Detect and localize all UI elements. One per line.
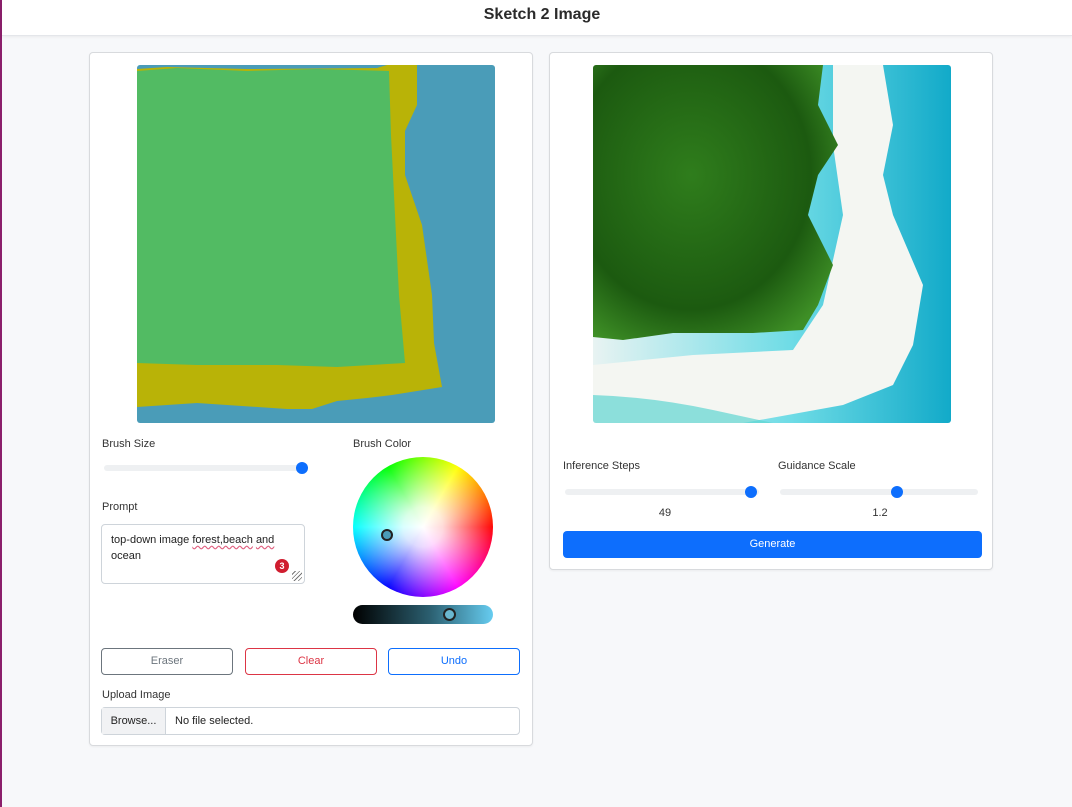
resize-handle-icon[interactable] <box>292 571 302 581</box>
brush-size-slider[interactable] <box>104 462 308 474</box>
brush-size-label: Brush Size <box>102 438 156 450</box>
undo-button[interactable]: Undo <box>388 648 520 675</box>
generated-image <box>593 65 951 423</box>
prompt-label: Prompt <box>102 501 138 513</box>
guidance-scale-label: Guidance Scale <box>778 460 856 472</box>
file-input[interactable]: Browse... No file selected. <box>101 707 520 735</box>
brush-size-thumb[interactable] <box>296 462 308 474</box>
color-wheel[interactable] <box>353 457 493 597</box>
color-wheel-marker[interactable] <box>381 529 393 541</box>
generate-button[interactable]: Generate <box>563 531 982 558</box>
guidance-scale-slider[interactable] <box>780 486 978 498</box>
upload-label: Upload Image <box>102 689 171 701</box>
forest-area <box>137 68 405 367</box>
top-bar: Sketch 2 Image <box>2 0 1072 36</box>
prompt-misspelled-word: and <box>255 534 275 546</box>
guidance-scale-thumb[interactable] <box>890 486 903 498</box>
brightness-marker[interactable] <box>443 608 456 621</box>
prompt-textarea[interactable]: top-down image forest,beach and ocean 3 <box>101 524 305 584</box>
prompt-misspelled-word: forest,beach <box>192 534 253 546</box>
sketch-panel: Brush Size Brush Color Prompt top-down i… <box>89 52 533 746</box>
prompt-text-start: top-down image <box>111 534 193 546</box>
page-title: Sketch 2 Image <box>483 6 601 23</box>
brightness-slider[interactable] <box>353 605 493 624</box>
output-panel: Inference Steps 49 Guidance Scale 1.2 Ge… <box>549 52 993 570</box>
clear-button[interactable]: Clear <box>245 648 377 675</box>
forest-canopy <box>593 65 838 340</box>
spellcheck-badge[interactable]: 3 <box>275 559 289 573</box>
prompt-text-tail: ocean <box>111 550 141 562</box>
file-status: No file selected. <box>175 715 254 727</box>
inference-steps-slider[interactable] <box>565 486 759 498</box>
generated-image-art <box>593 65 951 423</box>
sketch-canvas[interactable] <box>137 65 495 423</box>
guidance-scale-value: 1.2 <box>872 507 888 519</box>
brush-color-label: Brush Color <box>353 438 412 450</box>
browse-button[interactable]: Browse... <box>102 708 166 734</box>
eraser-button[interactable]: Eraser <box>101 648 233 675</box>
inference-steps-thumb[interactable] <box>745 486 758 498</box>
sketch-drawing <box>137 65 495 423</box>
inference-steps-label: Inference Steps <box>563 460 641 472</box>
inference-steps-value: 49 <box>658 507 672 519</box>
